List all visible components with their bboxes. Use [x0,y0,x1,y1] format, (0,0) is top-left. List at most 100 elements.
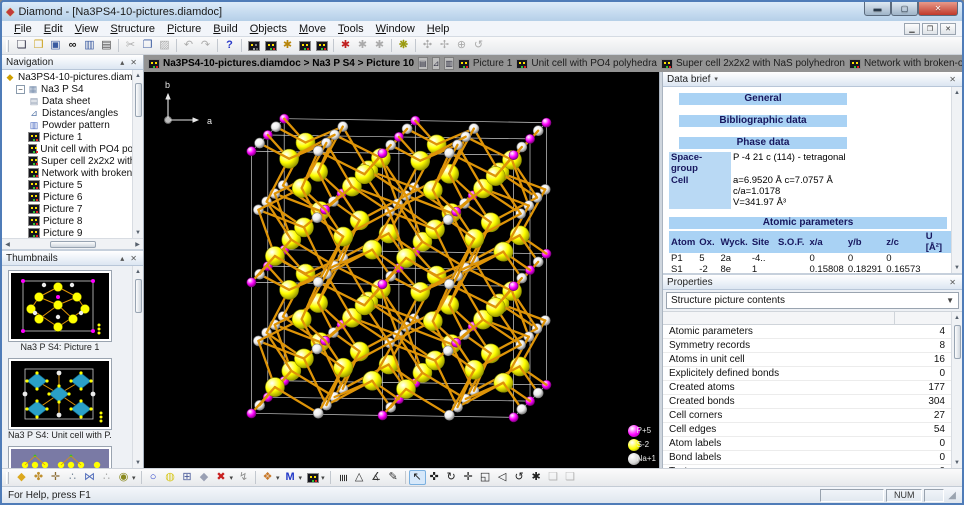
tree-item-super-cell-2x2x2-with-nas[interactable]: Super cell 2x2x2 with NaS [4,155,132,167]
data-brief-close-icon[interactable]: ✕ [947,75,958,84]
polyhedron-icon[interactable]: ◆ [196,470,213,485]
grow-down-icon[interactable]: ✢ [436,38,453,53]
add-atom-plus-icon[interactable]: ✛ [47,470,64,485]
delete-bonds-dropdown-icon[interactable]: ▾ [230,474,234,482]
tree-item-distances-angles[interactable]: ⊿Distances/angles [4,107,132,119]
menu-edit[interactable]: Edit [38,22,69,36]
menu-file[interactable]: File [8,22,38,36]
thumbnail-item-2[interactable]: Na3 P S4: Unit cell with P... [8,358,132,442]
active-document-tab[interactable]: Na3PS4-10-pictures.diamdoc > Na3 P S4 > … [148,58,414,69]
pointer-tool-icon[interactable]: ↖ [409,470,426,485]
context-help-icon[interactable]: ? [221,38,238,53]
connect-atoms-icon[interactable]: ∴ [64,470,81,485]
navigation-vscrollbar[interactable]: ▲▼ [132,70,143,238]
add-atoms-icon[interactable]: ✤ [30,470,47,485]
tab-powder-pattern[interactable]: ▥ [444,57,454,70]
build-molecule-icon[interactable]: ◆ [13,470,30,485]
fragment-icon[interactable]: ∴ [98,470,115,485]
thumbnail-item-1[interactable]: Na3 P S4: Picture 1 [8,270,132,354]
tab-distances-angles[interactable]: ⊿ [432,57,441,70]
rotate-z-tool-icon[interactable]: ↺ [511,470,528,485]
picture-mode-icon[interactable] [304,470,321,485]
structure-viewport[interactable]: b a P+5S-2Na+1 [144,72,659,468]
tree-item-picture-1[interactable]: Picture 1 [4,131,132,143]
menu-objects[interactable]: Objects [244,22,293,36]
tree-item-na3-p-s4[interactable]: −▦Na3 P S4 [4,83,132,95]
copy-icon[interactable]: ❐ [139,38,156,53]
molecule-m-icon[interactable]: M [282,470,299,485]
mdi-close-button[interactable]: ✕ [940,23,956,35]
measure-torsion-icon[interactable]: ∡ [368,470,385,485]
thumbnails-pin-icon[interactable]: ▴ [118,254,126,263]
molecules-pause-icon[interactable]: ✱ [354,38,371,53]
menu-tools[interactable]: Tools [332,22,370,36]
open-document-icon[interactable]: ❒ [30,38,47,53]
minimize-button[interactable]: ▬ [864,2,891,16]
molecule-m-dropdown-icon[interactable]: ▾ [299,474,303,482]
resize-grip[interactable]: ◢ [948,490,956,501]
menu-build[interactable]: Build [207,22,243,36]
measure-edit-icon[interactable]: ✎ [385,470,402,485]
undo-icon[interactable]: ↶ [180,38,197,53]
measure-distance-icon[interactable]: ≣ [334,470,351,485]
print-icon[interactable]: ▤ [98,38,115,53]
print-preview-icon[interactable]: ▥ [81,38,98,53]
grow-left-icon[interactable]: ⊕ [453,38,470,53]
gallery-icon[interactable] [313,38,330,53]
properties-close-icon[interactable]: ✕ [947,278,958,287]
tab-picture-1[interactable]: Picture 1 [458,58,512,69]
rotate-tool-icon[interactable]: ↻ [443,470,460,485]
mdi-restore-button[interactable]: ❐ [922,23,938,35]
tree-item-picture-9[interactable]: Picture 9 [4,227,132,238]
menu-help[interactable]: Help [421,22,456,36]
tab-picture-4[interactable]: Network with broken-off ... [849,58,962,69]
coordination-sphere-icon[interactable]: ◉ [115,470,132,485]
new-document-icon[interactable]: ❏ [13,38,30,53]
broken-bonds-icon[interactable]: ↯ [235,470,252,485]
cut-icon[interactable]: ✂ [122,38,139,53]
tree-item-picture-8[interactable]: Picture 8 [4,215,132,227]
measure-angle-icon[interactable]: △ [351,470,368,485]
tab-picture-2[interactable]: Unit cell with PO4 polyhedra [516,58,657,69]
thumbnails-vscrollbar[interactable]: ▲▼ [132,266,143,468]
close-button[interactable]: ✕ [918,2,958,16]
tree-item-powder-pattern[interactable]: ▥Powder pattern [4,119,132,131]
thumbnail-item-3[interactable] [8,446,132,468]
resize-tool-icon[interactable]: ◱ [477,470,494,485]
track-horizontal-icon[interactable]: ❏ [562,470,579,485]
grow-up-icon[interactable]: ✣ [419,38,436,53]
tree-item-network-with-broken-off[interactable]: Network with broken-off [4,167,132,179]
properties-header-row[interactable] [663,312,951,325]
fill-cell-dropdown-icon[interactable]: ▾ [276,474,280,482]
cell-box-icon[interactable]: ⊞ [179,470,196,485]
new-picture-icon[interactable] [262,38,279,53]
menu-picture[interactable]: Picture [161,22,207,36]
mdi-minimize-button[interactable]: ▁ [904,23,920,35]
picture-mode-dropdown-icon[interactable]: ▾ [321,474,325,482]
structure-wizard-icon[interactable]: ✱ [279,38,296,53]
video-mode-icon[interactable] [245,38,262,53]
navigation-pin-icon[interactable]: ▴ [118,58,126,67]
save-icon[interactable]: ▣ [47,38,64,53]
rebuild-icon[interactable]: ❋ [395,38,412,53]
pan-tool-icon[interactable]: ✜ [426,470,443,485]
molecules-stop-icon[interactable]: ✱ [371,38,388,53]
tree-item-picture-5[interactable]: Picture 5 [4,179,132,191]
grow-right-icon[interactable]: ↺ [470,38,487,53]
tab-picture-3[interactable]: Super cell 2x2x2 with NaS polyhedron [661,58,845,69]
navigation-hscrollbar[interactable]: ◀▶ [2,238,143,249]
track-vertical-icon[interactable]: ❏ [545,470,562,485]
translate-tool-icon[interactable]: ✛ [460,470,477,485]
view-direction-icon[interactable]: ◁ [494,470,511,485]
coordination-sphere-dropdown-icon[interactable]: ▾ [132,474,136,482]
spin-tool-icon[interactable]: ✱ [528,470,545,485]
menu-window[interactable]: Window [370,22,421,36]
menu-view[interactable]: View [69,22,105,36]
find-icon[interactable]: ∞ [64,38,81,53]
properties-selector[interactable]: Structure picture contents ▼ [666,292,959,309]
tree-item-picture-6[interactable]: Picture 6 [4,191,132,203]
tab-data-sheet[interactable]: ▤ [418,57,428,70]
ring-filled-icon[interactable]: ◍ [162,470,179,485]
ring-search-icon[interactable]: ○ [145,470,162,485]
paste-icon[interactable]: ▨ [156,38,173,53]
